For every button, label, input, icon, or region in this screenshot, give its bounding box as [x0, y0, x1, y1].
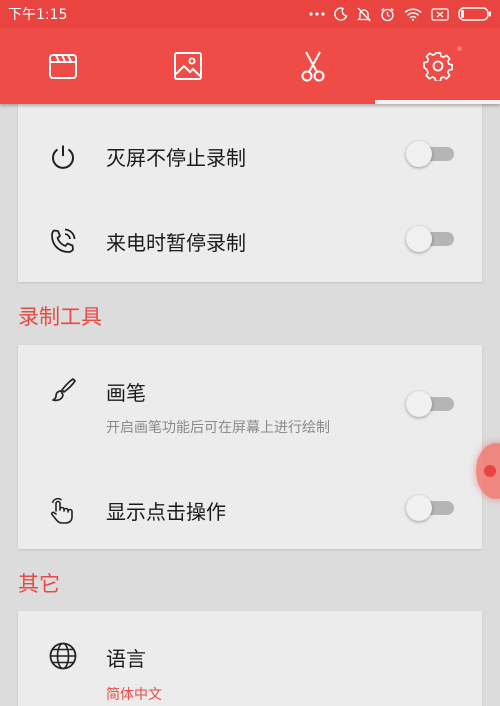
sim-off-icon: [431, 7, 449, 21]
status-time: 下午1:15: [8, 7, 68, 23]
top-tab-bar: [0, 28, 500, 104]
language-value: 简体中文: [106, 687, 162, 703]
alarm-icon: [380, 7, 395, 22]
notification-dot: [457, 46, 462, 51]
brush-icon: [48, 375, 78, 405]
brush-toggle[interactable]: [406, 391, 454, 417]
wifi-icon: [404, 8, 422, 21]
hand-tap-icon: [48, 496, 78, 526]
row-title: 来电时暂停录制: [106, 231, 246, 255]
row-screen-off-recording[interactable]: 灭屏不停止录制: [18, 104, 482, 204]
row-subtitle: 开启画笔功能后可在屏幕上进行绘制: [106, 420, 330, 436]
record-dot-icon: [484, 465, 496, 477]
row-title: 语言: [106, 647, 146, 671]
other-settings-card: 语言 简体中文: [18, 611, 482, 706]
video-clapper-icon: [48, 52, 78, 80]
pause-on-call-toggle[interactable]: [406, 226, 454, 252]
globe-icon: [48, 641, 78, 671]
row-title: 画笔: [106, 381, 146, 405]
selected-tab-indicator: [375, 100, 500, 104]
show-touches-toggle[interactable]: [406, 495, 454, 521]
row-title: 显示点击操作: [106, 500, 226, 524]
row-show-touches[interactable]: 显示点击操作: [18, 463, 482, 549]
more-dots-icon: [309, 11, 325, 17]
scissors-icon: [300, 50, 326, 82]
recording-tools-card: 画笔 开启画笔功能后可在屏幕上进行绘制 显示点击操作: [18, 345, 482, 549]
mute-bell-icon: [357, 7, 371, 22]
phone-call-icon: [48, 226, 78, 256]
screen-off-recording-toggle[interactable]: [406, 141, 454, 167]
row-language[interactable]: 语言 简体中文: [18, 611, 482, 706]
tab-videos[interactable]: [0, 28, 125, 104]
tab-images[interactable]: [125, 28, 250, 104]
row-title: 灭屏不停止录制: [106, 146, 246, 170]
moon-icon: [334, 7, 348, 21]
gear-icon: [422, 51, 453, 81]
row-pause-on-call[interactable]: 来电时暂停录制: [18, 204, 482, 282]
section-header-recording-tools: 录制工具: [18, 305, 102, 329]
image-icon: [173, 51, 203, 81]
tab-settings[interactable]: [375, 28, 500, 104]
recording-options-card: 灭屏不停止录制 来电时暂停录制: [18, 104, 482, 282]
status-icons: [309, 7, 492, 22]
tab-edit[interactable]: [250, 28, 375, 104]
battery-icon: [458, 7, 492, 21]
power-icon: [48, 142, 78, 172]
row-brush[interactable]: 画笔 开启画笔功能后可在屏幕上进行绘制: [18, 345, 482, 463]
status-bar: 下午1:15: [0, 0, 500, 28]
settings-content[interactable]: 灭屏不停止录制 来电时暂停录制 录制工具 画笔 开启画笔功能后可在屏幕上进行绘制…: [0, 104, 500, 706]
section-header-other: 其它: [18, 572, 60, 596]
